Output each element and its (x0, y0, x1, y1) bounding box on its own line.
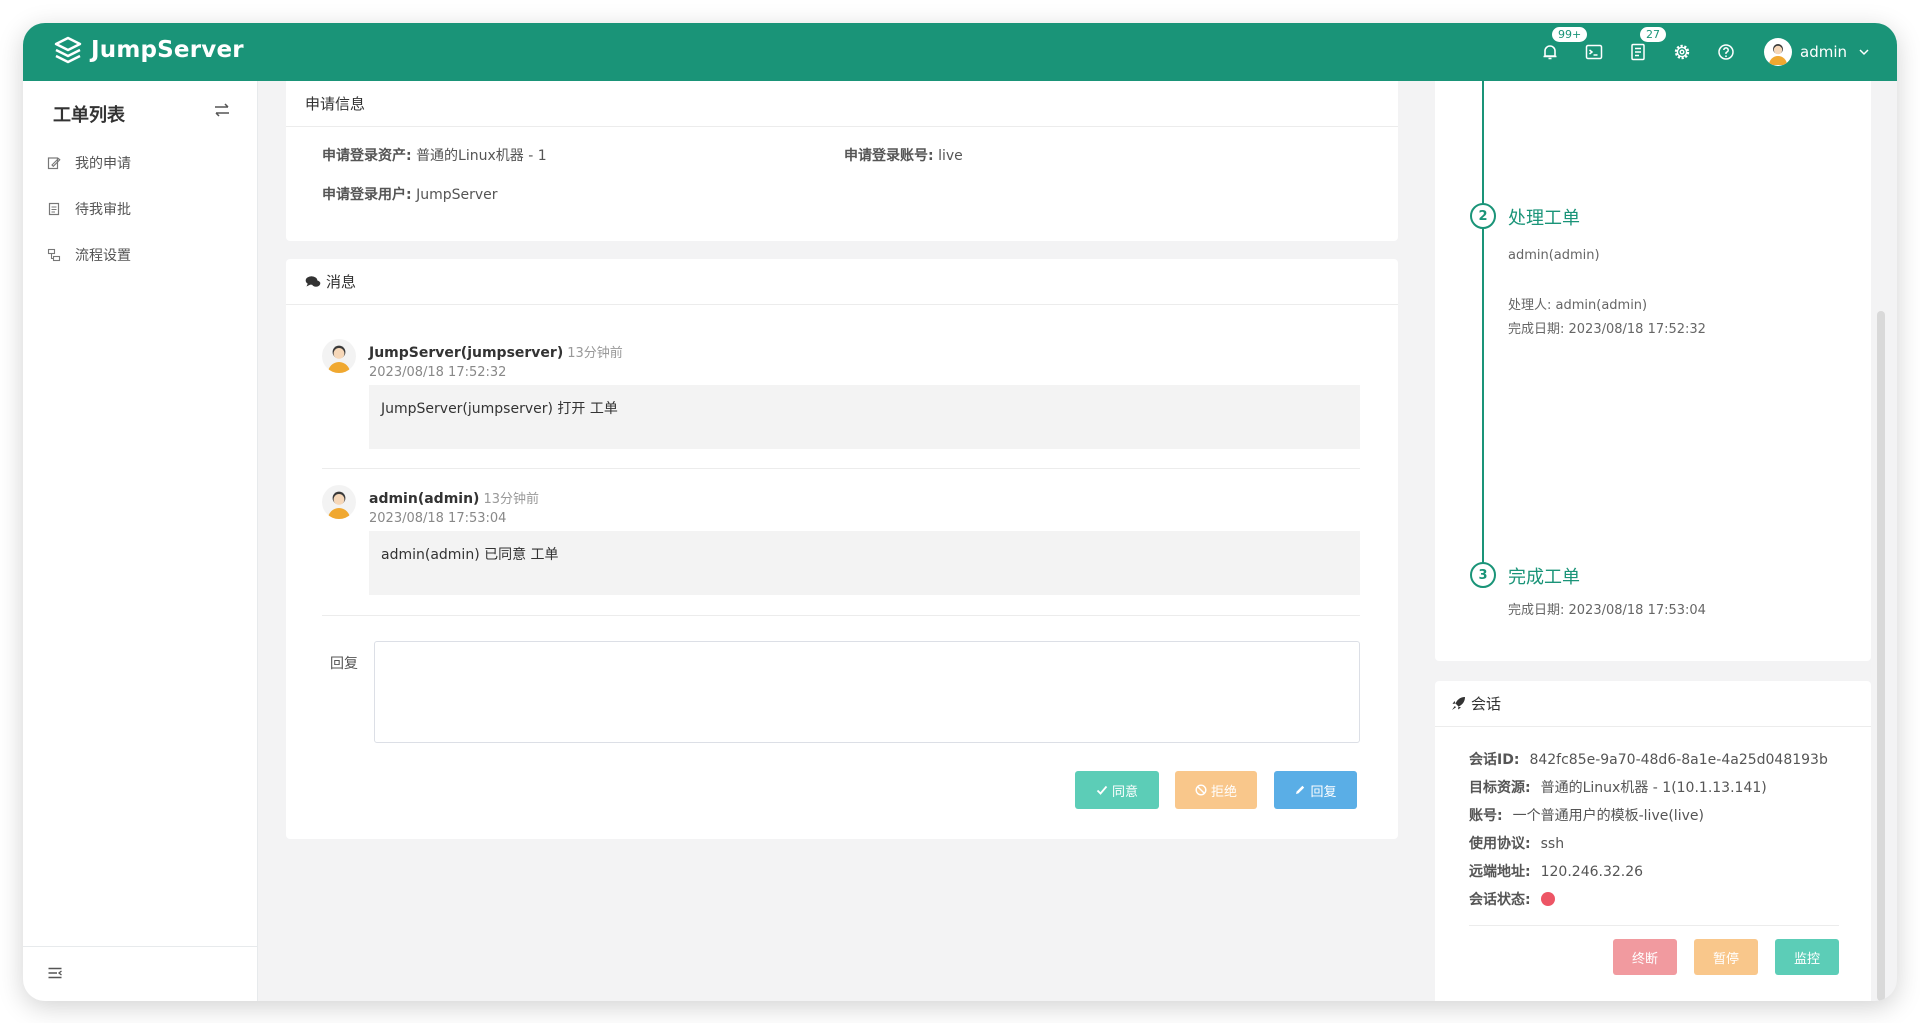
apply-asset: 申请登录资产: 普通的Linux机器 - 1 (322, 148, 547, 164)
page-scrollbar[interactable] (1877, 311, 1885, 1001)
status-dot (1540, 892, 1555, 906)
main-content: 申请信息 申请登录资产: 普通的Linux机器 - 1 申请登录账号: live… (258, 81, 1897, 1001)
reply-label: 回复 (330, 656, 358, 672)
sidebar-footer (23, 946, 258, 1001)
top-navbar: JumpServer 99+ 27 admin (23, 23, 1897, 81)
collapse-sidebar-button[interactable] (47, 965, 63, 985)
brand-name: JumpServer (91, 37, 244, 63)
message-body: admin(admin) 已同意 工单 (369, 531, 1360, 595)
comments-icon (305, 275, 321, 287)
session-protocol-row: 使用协议: ssh (1469, 836, 1565, 852)
message-author: JumpServer(jumpserver) 13分钟前 (369, 345, 623, 361)
approve-button[interactable]: 同意 (1075, 771, 1159, 809)
help-button[interactable] (1704, 23, 1748, 81)
monitor-session-button[interactable]: 监控 (1775, 939, 1839, 975)
reject-button[interactable]: 拒绝 (1175, 771, 1257, 809)
timeline-step-text: 处理人: admin(admin) (1508, 298, 1648, 313)
session-id-row: 会话ID: 842fc85e-9a70-48d6-8a1e-4a25d048193… (1469, 752, 1828, 768)
sidebar-item-label: 待我审批 (75, 202, 131, 218)
session-account-row: 账号: 一个普通用户的模板-live(live) (1469, 808, 1704, 824)
web-terminal-button[interactable] (1572, 23, 1616, 81)
chevron-down-icon (1859, 49, 1869, 56)
message-author: admin(admin) 13分钟前 (369, 491, 539, 507)
sidebar-item-flow-settings[interactable]: 流程设置 (47, 243, 131, 267)
panel-title: 消息 (286, 259, 1398, 305)
reply-button[interactable]: 回复 (1274, 771, 1357, 809)
user-menu[interactable]: admin (1764, 38, 1871, 66)
timeline-step-text: admin(admin) (1508, 248, 1600, 263)
pencil-icon (1296, 785, 1305, 794)
app-window: JumpServer 99+ 27 admin 工单列表 我的申请 待我审批 流… (23, 23, 1897, 1001)
timeline-step-text: 完成日期: 2023/08/18 17:52:32 (1508, 322, 1706, 337)
message-date: 2023/08/18 17:52:32 (369, 365, 507, 380)
timeline-step-title: 处理工单 (1508, 208, 1580, 229)
timeline-line (1482, 81, 1484, 571)
apply-account: 申请登录账号: live (844, 148, 963, 164)
timeline-step-number: 3 (1470, 562, 1496, 588)
ban-icon (1195, 784, 1207, 796)
terminal-icon (1585, 44, 1603, 60)
menu-collapse-icon (48, 967, 62, 979)
sidebar: 工单列表 我的申请 待我审批 流程设置 (23, 81, 258, 1001)
tickets-button[interactable]: 27 (1616, 23, 1666, 81)
avatar (322, 339, 356, 373)
logo[interactable]: JumpServer (53, 35, 244, 65)
sidebar-item-my-requests[interactable]: 我的申请 (47, 151, 131, 175)
divider (322, 468, 1360, 469)
avatar (322, 485, 356, 519)
timeline-step-number: 2 (1470, 203, 1496, 229)
username: admin (1800, 43, 1847, 61)
file-icon (48, 202, 60, 216)
switch-view-button[interactable] (213, 101, 231, 124)
terminate-session-button[interactable]: 终断 (1613, 939, 1677, 975)
bell-icon (1543, 45, 1557, 60)
help-icon (1718, 44, 1734, 60)
apply-info-panel: 申请信息 申请登录资产: 普通的Linux机器 - 1 申请登录账号: live… (286, 81, 1398, 241)
message-body: JumpServer(jumpserver) 打开 工单 (369, 385, 1360, 449)
pause-session-button[interactable]: 暂停 (1694, 939, 1758, 975)
session-target-row: 目标资源: 普通的Linux机器 - 1(10.1.13.141) (1469, 780, 1767, 796)
panel-title: 会话 (1435, 681, 1871, 727)
ticket-timeline-panel: 2 处理工单 admin(admin) 处理人: admin(admin) 完成… (1435, 81, 1871, 661)
exchange-icon (215, 103, 229, 117)
avatar (1764, 38, 1792, 66)
timeline-step-title: 完成工单 (1508, 567, 1580, 588)
session-remote-addr-row: 远端地址: 120.246.32.26 (1469, 864, 1644, 880)
sidebar-item-label: 我的申请 (75, 156, 131, 172)
divider (322, 615, 1360, 616)
panel-title: 申请信息 (286, 81, 1398, 127)
notifications-button[interactable]: 99+ (1528, 23, 1588, 81)
gear-icon (1674, 44, 1690, 60)
message-time-ago: 13分钟前 (567, 346, 623, 361)
session-status-row: 会话状态: (1469, 889, 1555, 909)
ticket-list-icon (1631, 43, 1645, 61)
messages-panel: 消息 JumpServer(jumpserver) 13分钟前 2023/08/1… (286, 259, 1398, 839)
session-panel: 会话 会话ID: 842fc85e-9a70-48d6-8a1e-4a25d048… (1435, 681, 1871, 1001)
edit-icon (47, 157, 61, 170)
message-time-ago: 13分钟前 (483, 492, 539, 507)
sidebar-title: 工单列表 (53, 105, 125, 126)
rocket-icon (1452, 697, 1465, 710)
sidebar-item-label: 流程设置 (75, 248, 131, 264)
flow-icon (47, 248, 61, 262)
reply-textarea[interactable] (374, 641, 1360, 743)
settings-button[interactable] (1660, 23, 1704, 81)
divider (1469, 925, 1839, 926)
jumpserver-logo-icon (54, 36, 82, 64)
message-date: 2023/08/18 17:53:04 (369, 511, 507, 526)
apply-user: 申请登录用户: JumpServer (322, 187, 498, 203)
timeline-step-text: 完成日期: 2023/08/18 17:53:04 (1508, 603, 1706, 618)
check-icon (1096, 785, 1108, 795)
sidebar-item-pending-approval[interactable]: 待我审批 (47, 197, 131, 221)
